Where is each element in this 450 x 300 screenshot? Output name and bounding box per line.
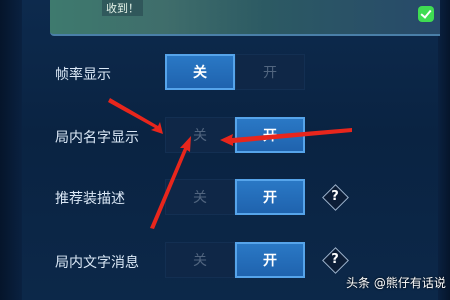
arrow-from-top-left — [108, 98, 163, 134]
annotation-arrows — [108, 98, 352, 229]
arrow-from-bottom — [150, 136, 191, 229]
watermark-text: 头条 @熊仔有话说 — [346, 276, 446, 290]
arrow-from-right — [220, 128, 352, 146]
